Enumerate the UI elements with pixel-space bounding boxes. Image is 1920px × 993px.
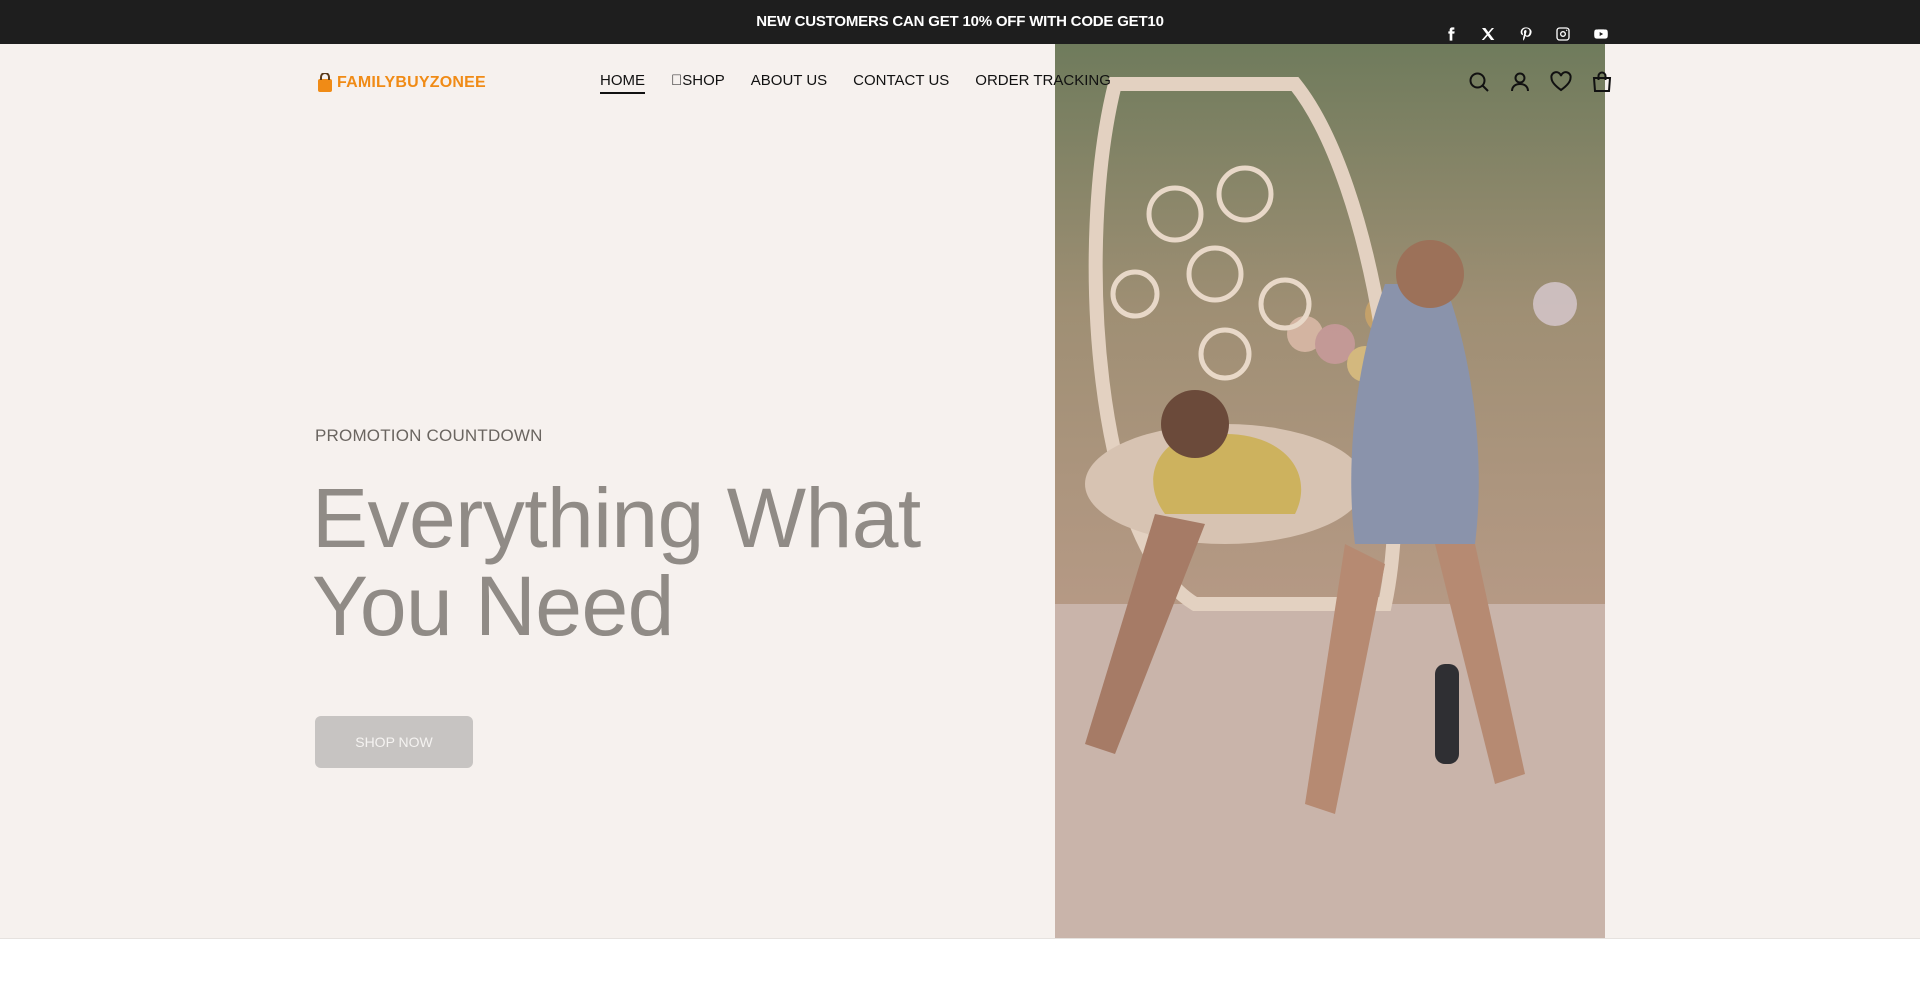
- site-logo[interactable]: FAMILYBUYZONEE: [316, 72, 486, 94]
- logo-text: FAMILYBUYZONEE: [337, 74, 486, 91]
- hero-title-line-2: You Need: [312, 559, 674, 653]
- hero-title-line-1: Everything What: [312, 471, 921, 565]
- cart-bag-icon[interactable]: [1581, 68, 1622, 96]
- nav-item-contact-us[interactable]: CONTACT US: [853, 72, 949, 94]
- hero-image: [1055, 44, 1605, 938]
- hero-banner: PROMOTION COUNTDOWN Everything What You …: [0, 44, 1920, 938]
- x-twitter-icon[interactable]: [1470, 22, 1508, 46]
- section-divider: [0, 938, 1920, 939]
- search-icon[interactable]: [1458, 68, 1499, 96]
- party-photo: [1055, 44, 1605, 938]
- social-links: [1432, 22, 1620, 46]
- hero-eyebrow: PROMOTION COUNTDOWN: [315, 426, 543, 445]
- instagram-icon[interactable]: [1545, 22, 1583, 46]
- account-icon[interactable]: [1499, 68, 1540, 96]
- promo-text: NEW CUSTOMERS CAN GET 10% OFF WITH CODE …: [756, 13, 1164, 30]
- pinterest-icon[interactable]: [1507, 22, 1545, 46]
- youtube-icon[interactable]: [1582, 22, 1620, 46]
- announcement-bar: NEW CUSTOMERS CAN GET 10% OFF WITH CODE …: [0, 0, 1920, 44]
- facebook-icon[interactable]: [1432, 22, 1470, 46]
- nav-item-home[interactable]: HOME: [600, 72, 645, 94]
- nav-item-order-tracking[interactable]: ORDER TRACKING: [975, 72, 1111, 94]
- shop-now-button[interactable]: SHOP NOW: [315, 716, 473, 768]
- logo-bag-icon: [318, 73, 332, 92]
- primary-nav: HOME SHOP ABOUT US CONTACT US ORDER TRA…: [600, 72, 1137, 94]
- wishlist-heart-icon[interactable]: [1540, 68, 1581, 96]
- header-actions: [1458, 68, 1622, 96]
- hero-title: Everything What You Need: [312, 474, 1032, 650]
- main-header: FAMILYBUYZONEE HOME SHOP ABOUT US CONTA…: [0, 44, 1920, 119]
- nav-item-about-us[interactable]: ABOUT US: [751, 72, 827, 94]
- nav-item-shop[interactable]: SHOP: [671, 72, 725, 94]
